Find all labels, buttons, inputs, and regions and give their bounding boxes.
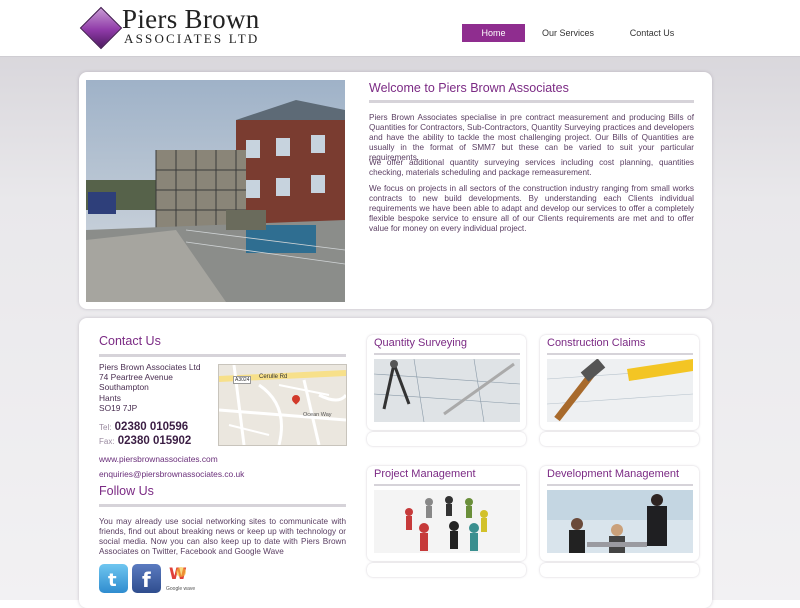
- address-line: Southampton: [99, 382, 149, 393]
- follow-rule: [99, 504, 346, 507]
- google-wave-label: Google wave: [166, 586, 196, 592]
- nav-contact-us[interactable]: Contact Us: [622, 24, 682, 42]
- service-card-footer: [367, 563, 526, 577]
- office-team-image: [547, 490, 693, 553]
- contact-title: Contact Us: [99, 334, 161, 348]
- tel-number: 02380 010596: [114, 421, 189, 433]
- service-card-footer: [540, 563, 699, 577]
- welcome-title: Welcome to Piers Brown Associates: [369, 81, 569, 95]
- phone-row: Tel: 02380 010596: [99, 421, 188, 433]
- service-title: Project Management: [374, 468, 476, 480]
- site-header: Piers Brown ASSOCIATES LTD Home Our Serv…: [0, 0, 800, 57]
- drawing-compass-image: [374, 359, 520, 422]
- website-link[interactable]: www.piersbrownassociates.com: [99, 454, 218, 464]
- contact-rule: [99, 354, 346, 357]
- follow-title: Follow Us: [99, 484, 154, 498]
- service-rule: [374, 484, 520, 486]
- welcome-paragraph-3: We focus on projects in all sectors of t…: [369, 184, 694, 233]
- site-logo[interactable]: Piers Brown ASSOCIATES LTD: [79, 4, 259, 50]
- fax-row: Fax: 02380 015902: [99, 435, 191, 447]
- service-title: Quantity Surveying: [374, 337, 467, 349]
- diamond-logo-icon: [79, 6, 123, 50]
- service-card[interactable]: Project Management: [367, 466, 526, 561]
- service-card[interactable]: Construction Claims: [540, 335, 699, 430]
- service-card[interactable]: Development Management: [540, 466, 699, 561]
- facebook-icon[interactable]: f: [132, 564, 161, 593]
- service-rule: [374, 353, 520, 355]
- address-line: Hants: [99, 392, 121, 403]
- service-title: Construction Claims: [547, 337, 646, 349]
- map-road-label: Cerulle Rd: [259, 374, 288, 380]
- twitter-icon[interactable]: t: [99, 564, 128, 593]
- welcome-paragraph-2: We offer additional quantity surveying s…: [369, 158, 694, 177]
- nav-home[interactable]: Home: [462, 24, 525, 42]
- map-tag-label: A3024: [233, 376, 252, 384]
- hammer-tape-image: [547, 359, 693, 422]
- service-card-footer: [540, 432, 699, 446]
- address-line: 74 Peartree Avenue: [99, 372, 173, 383]
- fax-number: 02380 015902: [117, 435, 192, 447]
- service-title: Development Management: [547, 468, 680, 480]
- tel-label: Tel:: [99, 423, 112, 432]
- contact-address: Piers Brown Associates Ltd 74 Peartree A…: [99, 362, 200, 413]
- service-card-footer: [367, 432, 526, 446]
- welcome-paragraph-1: Piers Brown Associates specialise in pre…: [369, 113, 694, 162]
- map-road-label-2: Ocean Way: [303, 412, 332, 418]
- nav-our-services[interactable]: Our Services: [538, 24, 598, 42]
- welcome-rule: [369, 100, 694, 103]
- service-rule: [547, 353, 693, 355]
- fax-label: Fax:: [99, 437, 115, 446]
- google-wave-icon[interactable]: W Google wave: [166, 564, 195, 592]
- location-map[interactable]: Cerulle Rd A3024 Ocean Way: [218, 364, 347, 446]
- service-rule: [547, 484, 693, 486]
- address-line: SO19 7JP: [99, 402, 138, 413]
- follow-text: You may already use social networking si…: [99, 517, 346, 556]
- service-card[interactable]: Quantity Surveying: [367, 335, 526, 430]
- email-link[interactable]: enquiries@piersbrownassociates.co.uk: [99, 469, 244, 479]
- logo-tagline: ASSOCIATES LTD: [124, 31, 260, 46]
- address-line: Piers Brown Associates Ltd: [99, 362, 201, 372]
- construction-site-photo: [86, 80, 345, 302]
- people-circle-image: [374, 490, 520, 553]
